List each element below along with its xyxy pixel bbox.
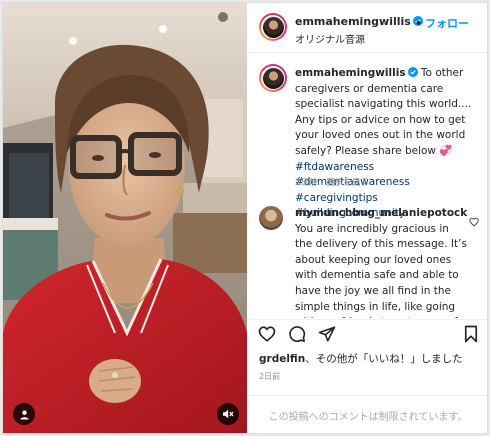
post-header: emmahemingwillis • フォロー オリジナル音源 bbox=[247, 3, 487, 53]
caption-meta: 2日前 翻訳を見る bbox=[295, 176, 369, 188]
post-video[interactable] bbox=[3, 3, 247, 433]
translate-link[interactable]: 翻訳を見る bbox=[326, 178, 369, 188]
follow-button[interactable]: • フォロー bbox=[415, 15, 469, 31]
video-frame-illustration bbox=[3, 3, 247, 433]
save-button[interactable] bbox=[461, 325, 481, 347]
separator-dot: • bbox=[415, 17, 423, 30]
likes-user[interactable]: grdelfin bbox=[259, 353, 305, 365]
caption-author-username[interactable]: emmahemingwillis bbox=[295, 67, 406, 79]
author-username-link[interactable]: emmahemingwillis bbox=[295, 15, 423, 28]
tag-user-button[interactable] bbox=[13, 403, 35, 425]
likes-text: 、その他が「いいね！」しました bbox=[305, 353, 463, 365]
share-icon bbox=[318, 325, 336, 347]
follow-label[interactable]: フォロー bbox=[425, 17, 469, 30]
mute-toggle-button[interactable] bbox=[217, 403, 239, 425]
likes-summary[interactable]: grdelfin、その他が「いいね！」しました bbox=[259, 351, 463, 366]
author-avatar[interactable] bbox=[259, 13, 287, 41]
caption-body: emmahemingwillis To other caregivers or … bbox=[295, 66, 481, 222]
action-bar bbox=[247, 319, 487, 347]
bookmark-icon bbox=[463, 325, 479, 347]
post-date: 2日前 bbox=[259, 372, 281, 381]
comments-restricted-notice: この投稿へのコメントは制限されています。 bbox=[247, 395, 487, 433]
instagram-post-window: emmahemingwillis • フォロー オリジナル音源 emmahemin… bbox=[2, 2, 488, 434]
verified-badge-icon bbox=[407, 67, 418, 77]
comments-list[interactable]: emmahemingwillis To other caregivers or … bbox=[247, 54, 487, 318]
user-tag-icon bbox=[19, 409, 30, 420]
comment-icon bbox=[288, 325, 306, 347]
like-button[interactable] bbox=[257, 326, 277, 346]
comment-body: mymunchbug_melaniepotock You are incredi… bbox=[295, 206, 467, 318]
hearts-emoji: 💞 bbox=[439, 144, 453, 157]
audio-link[interactable]: オリジナル音源 bbox=[295, 31, 365, 46]
post-side-panel: emmahemingwillis • フォロー オリジナル音源 emmahemin… bbox=[247, 3, 487, 433]
commenter-username[interactable]: mymunchbug_melaniepotock bbox=[295, 207, 467, 219]
muted-speaker-icon bbox=[222, 408, 234, 420]
comment-button[interactable] bbox=[287, 326, 307, 346]
caption-time: 2日前 bbox=[295, 178, 318, 188]
share-button[interactable] bbox=[317, 326, 337, 346]
heart-icon bbox=[258, 325, 276, 347]
caption-author-avatar[interactable] bbox=[259, 64, 287, 92]
comment-text: You are incredibly gracious in the deliv… bbox=[295, 222, 467, 318]
author-username[interactable]: emmahemingwillis bbox=[295, 15, 411, 28]
comment-like-heart-icon[interactable] bbox=[469, 212, 479, 231]
commenter-avatar[interactable] bbox=[259, 206, 283, 230]
caption-text: To other caregivers or dementia care spe… bbox=[295, 67, 472, 157]
